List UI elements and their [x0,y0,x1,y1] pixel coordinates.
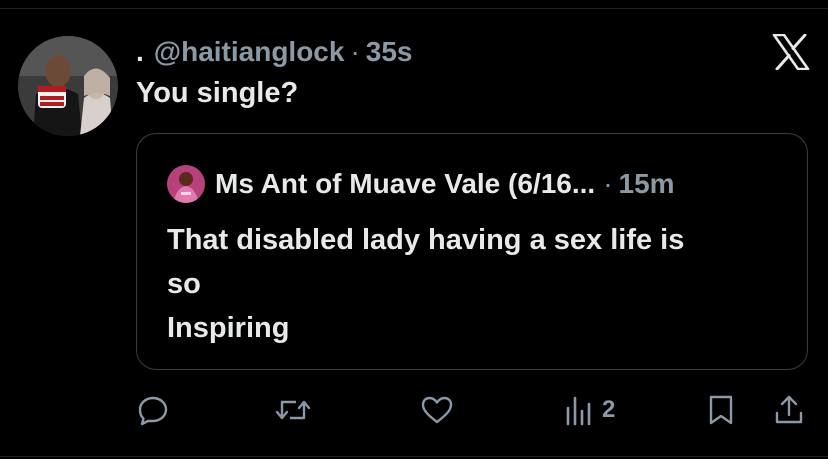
repost-button[interactable] [274,390,312,430]
bookmark-button[interactable] [706,390,736,430]
views-count: 2 [602,396,616,423]
quoted-text-line: Inspiring [167,312,290,344]
like-button[interactable] [420,390,454,430]
quoted-header-separator: · [603,168,613,199]
share-button[interactable] [772,390,806,430]
top-divider [0,8,828,9]
quoted-text-line: so [167,268,201,300]
post-header: . @haitianglock · 35s [136,32,413,72]
header-separator: · [350,36,360,67]
bottom-divider [0,456,828,457]
author-handle[interactable]: @haitianglock [154,36,345,68]
bookmark-icon [706,393,736,427]
quoted-text-line: That disabled lady having a sex life is [167,224,685,256]
views-button[interactable]: 2 [564,390,615,430]
post-text: You single? [136,77,299,109]
quoted-author-avatar[interactable] [167,165,205,203]
author-display-name[interactable]: . [136,36,144,68]
views-icon [564,393,594,427]
reply-icon [136,393,170,427]
author-avatar[interactable] [18,36,118,136]
repost-icon [274,393,312,427]
quoted-post-timestamp[interactable]: 15m [619,168,675,200]
x-logo-icon [772,33,810,71]
share-icon [772,393,806,427]
quoted-post-header: Ms Ant of Muave Vale (6/16... · 15m [167,164,675,204]
quoted-post-card[interactable]: Ms Ant of Muave Vale (6/16... · 15m That… [136,133,808,370]
reply-button[interactable] [136,390,170,430]
post-timestamp[interactable]: 35s [366,36,413,68]
heart-icon [420,393,454,427]
quoted-author-name[interactable]: Ms Ant of Muave Vale (6/16... [215,168,595,200]
quoted-post-text: That disabled lady having a sex life is … [167,218,787,350]
